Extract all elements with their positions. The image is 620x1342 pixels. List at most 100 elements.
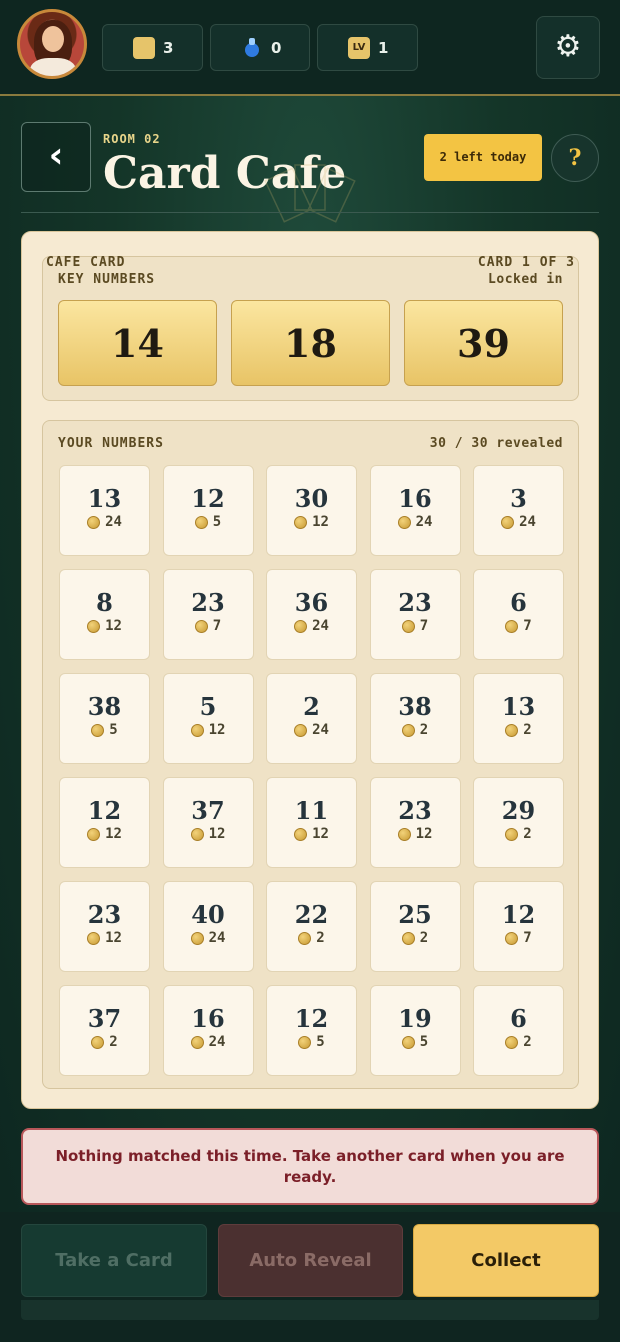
number-cell[interactable]: 36 24 — [266, 569, 357, 660]
cell-number: 36 — [294, 588, 329, 617]
number-cell[interactable]: 37 2 — [59, 985, 150, 1076]
number-cell[interactable]: 25 2 — [369, 881, 461, 972]
payout-value: 24 — [105, 514, 122, 530]
cell-payout: 12 — [60, 930, 149, 946]
payout-value: 12 — [415, 826, 433, 842]
number-cell[interactable]: 19 5 — [369, 985, 461, 1076]
payout-value: 5 — [109, 722, 118, 738]
number-cell[interactable]: 23 7 — [162, 569, 254, 660]
cell-number: 37 — [191, 796, 225, 825]
number-cell[interactable]: 12 5 — [266, 985, 357, 1076]
avatar-face — [42, 26, 64, 52]
number-cell[interactable]: 2 24 — [266, 673, 357, 764]
card-fan-decoration-icon — [264, 164, 356, 223]
cell-payout: 24 — [164, 930, 253, 946]
payout-value: 5 — [419, 1034, 429, 1050]
coin-icon — [397, 827, 411, 841]
locked-in-label: Locked in — [488, 272, 563, 287]
payout-value: 24 — [312, 722, 329, 738]
avatar[interactable] — [17, 9, 87, 79]
auto-reveal-button[interactable]: Auto Reveal — [218, 1224, 403, 1297]
coin-icon — [501, 515, 515, 529]
cell-number: 12 — [501, 900, 536, 929]
potion-icon — [241, 37, 263, 59]
cell-number: 23 — [398, 796, 432, 825]
numbers-grid: 13 24 12 5 30 12 16 24 3 24 8 12 23 7 36 24 23 7 6 7 38 5 5 12 2… — [59, 465, 564, 1076]
number-cell[interactable]: 12 7 — [473, 881, 564, 972]
payout-value: 12 — [208, 722, 226, 738]
number-cell[interactable]: 40 24 — [162, 881, 254, 972]
number-cell[interactable]: 23 12 — [369, 777, 461, 868]
number-cell[interactable]: 23 12 — [59, 881, 150, 972]
cell-payout: 2 — [371, 722, 460, 738]
collect-button[interactable]: Collect — [413, 1224, 599, 1297]
cell-payout: 12 — [164, 826, 253, 842]
number-cell[interactable]: 37 12 — [162, 777, 254, 868]
payout-value: 7 — [523, 618, 532, 634]
cell-payout: 24 — [267, 618, 356, 634]
cell-payout: 5 — [371, 1034, 460, 1050]
cell-number: 13 — [501, 692, 536, 721]
coin-icon — [190, 827, 204, 841]
cell-number: 38 — [87, 692, 122, 721]
number-cell[interactable]: 11 12 — [266, 777, 357, 868]
number-cell[interactable]: 12 12 — [59, 777, 150, 868]
number-cell[interactable]: 13 24 — [59, 465, 150, 556]
coin-count: 3 — [163, 38, 174, 57]
number-cell[interactable]: 62 — [473, 985, 564, 1076]
coin-icon — [87, 515, 101, 529]
coin-icon — [294, 619, 308, 633]
key-numbers-label: KEY NUMBERS — [58, 272, 156, 287]
back-button[interactable]: ‹ — [21, 122, 91, 192]
help-button[interactable]: ? — [551, 134, 599, 182]
number-cell[interactable]: 67 — [473, 569, 564, 660]
coin-icon — [401, 723, 415, 737]
cell-payout: 24 — [474, 514, 563, 530]
take-card-button[interactable]: Take a Card — [21, 1224, 207, 1297]
number-cell[interactable]: 12 5 — [162, 465, 254, 556]
payout-value: 12 — [105, 930, 122, 946]
coin-icon — [190, 1035, 204, 1049]
number-cell[interactable]: 16 24 — [369, 465, 461, 556]
number-cell[interactable]: 8 12 — [59, 569, 150, 660]
cell-number: 6 — [510, 588, 527, 617]
payout-value: 2 — [523, 1034, 532, 1050]
coin-icon — [194, 619, 208, 633]
number-cell[interactable]: 22 2 — [266, 881, 357, 972]
potion-counter[interactable]: 0 — [210, 24, 310, 71]
number-cell[interactable]: 5 12 — [162, 673, 254, 764]
footer-strip — [21, 1300, 599, 1320]
settings-button[interactable]: ⚙ — [536, 16, 600, 79]
cell-payout: 12 — [60, 618, 149, 634]
key-number-tile: 18 — [231, 300, 390, 386]
coin-counter[interactable]: 3 — [102, 24, 203, 71]
number-cell[interactable]: 38 2 — [369, 673, 461, 764]
payout-value: 2 — [419, 930, 429, 946]
key-numbers-card: CAFE CARD KEY NUMBERS CARD 1 OF 3 Locked… — [42, 255, 579, 401]
number-cell[interactable]: 29 2 — [473, 777, 564, 868]
number-cell[interactable]: 38 5 — [59, 673, 150, 764]
number-cell[interactable]: 3 24 — [473, 465, 564, 556]
coin-icon — [87, 619, 101, 633]
cell-number: 29 — [501, 796, 536, 825]
cell-number: 22 — [294, 900, 329, 929]
number-cell[interactable]: 16 24 — [162, 985, 254, 1076]
level-icon: LV — [348, 36, 370, 59]
app-root: 3 0 LV 1 ⚙ ‹ ROOM 02 Card Cafe 2 left to… — [0, 0, 620, 1342]
cell-payout: 24 — [60, 514, 149, 530]
number-cell[interactable]: 23 7 — [369, 569, 461, 660]
number-cell[interactable]: 13 2 — [473, 673, 564, 764]
payout-value: 5 — [316, 1034, 325, 1050]
payout-value: 2 — [523, 826, 532, 842]
level-counter[interactable]: LV 1 — [317, 24, 418, 71]
number-cell[interactable]: 30 12 — [266, 465, 357, 556]
coin-icon — [505, 931, 519, 945]
cell-payout: 12 — [371, 826, 460, 842]
payout-value: 24 — [415, 514, 433, 530]
coin-icon — [294, 827, 308, 841]
cell-payout: 12 — [267, 514, 356, 530]
cafe-card-label: CAFE CARD — [46, 255, 126, 270]
cell-number: 13 — [87, 484, 122, 513]
payout-value: 24 — [312, 618, 329, 634]
cell-payout: 2 — [267, 930, 356, 946]
